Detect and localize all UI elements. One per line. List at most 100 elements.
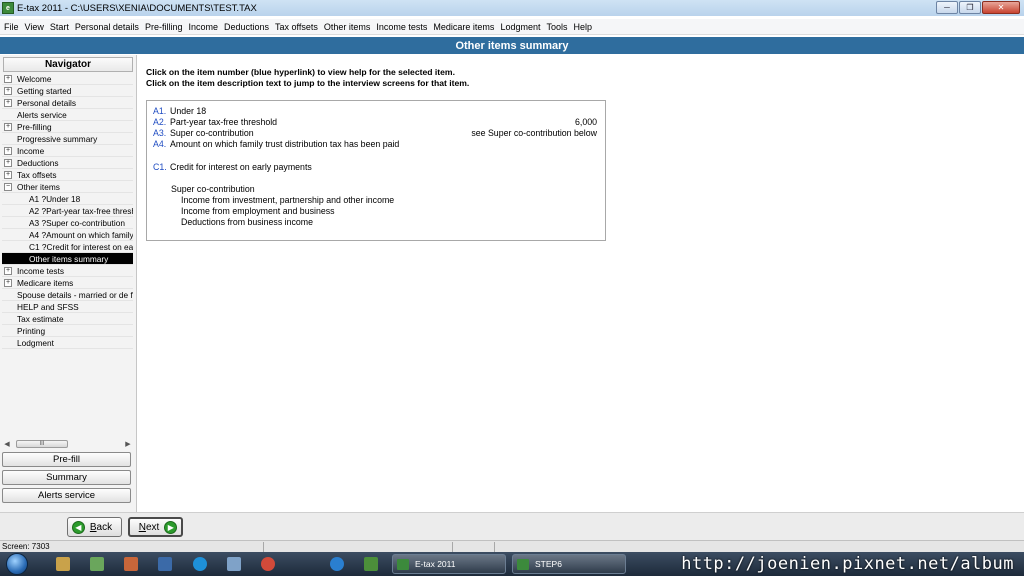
navigator-item[interactable]: A3 ?Super co-contribution bbox=[2, 217, 133, 229]
navigator-item-label: Tax offsets bbox=[17, 169, 57, 180]
navigator-item-label: A2 ?Part-year tax-free threshold bbox=[29, 205, 133, 216]
navigator-item[interactable]: + Income tests bbox=[2, 265, 133, 277]
next-label: Next bbox=[138, 521, 160, 533]
navigator-item[interactable]: − Other items bbox=[2, 181, 133, 193]
navigator-item-label: Progressive summary bbox=[17, 133, 98, 144]
expand-icon[interactable]: + bbox=[4, 98, 12, 107]
video-icon[interactable] bbox=[124, 557, 138, 571]
item-description-link[interactable]: Super co-contribution bbox=[170, 128, 254, 138]
alerts-service-button[interactable]: Alerts service bbox=[2, 488, 131, 503]
expand-icon[interactable]: + bbox=[4, 266, 12, 275]
navigator-item[interactable]: + Getting started bbox=[2, 85, 133, 97]
taskbar-task-step6[interactable]: STEP6 bbox=[512, 554, 626, 574]
menu-item[interactable]: Start bbox=[50, 22, 69, 32]
navigator-item-label: Spouse details - married or de facto bbox=[17, 289, 133, 300]
navigator-item[interactable]: Printing bbox=[2, 325, 133, 337]
status-divider bbox=[494, 542, 495, 552]
window-controls: ─ ❐ ✕ bbox=[936, 1, 1020, 14]
photo-icon[interactable] bbox=[90, 557, 104, 571]
expand-icon[interactable]: + bbox=[4, 278, 12, 287]
item-number-link[interactable]: C1. bbox=[153, 162, 170, 172]
scroll-right-icon[interactable]: ▶ bbox=[123, 440, 133, 448]
back-button[interactable]: ◀ Back bbox=[67, 517, 122, 537]
navigator-item[interactable]: Other items summary bbox=[2, 253, 133, 265]
watermark-text: http://joenien.pixnet.net/album bbox=[681, 554, 1014, 574]
item-description-link[interactable]: Credit for interest on early payments bbox=[170, 162, 312, 172]
expand-icon[interactable]: + bbox=[4, 146, 12, 155]
navigator-item[interactable]: + Personal details bbox=[2, 97, 133, 109]
browser-icon[interactable] bbox=[261, 557, 275, 571]
item-number-link[interactable]: A1. bbox=[153, 106, 170, 116]
navigator-item[interactable]: HELP and SFSS bbox=[2, 301, 133, 313]
navigation-bar: ◀ Back Next ▶ bbox=[0, 512, 1024, 540]
prefill-button[interactable]: Pre-fill bbox=[2, 452, 131, 467]
expand-icon[interactable]: + bbox=[4, 74, 12, 83]
internet-explorer-icon[interactable] bbox=[330, 557, 344, 571]
navigator-item-label: Tax estimate bbox=[17, 313, 64, 324]
menu-item[interactable]: View bbox=[25, 22, 44, 32]
menu-item[interactable]: Other items bbox=[324, 22, 371, 32]
navigator-item[interactable]: + Tax offsets bbox=[2, 169, 133, 181]
navigator-item[interactable]: C1 ?Credit for interest on early payment… bbox=[2, 241, 133, 253]
navigator-item-label: Other items summary bbox=[29, 253, 109, 264]
navigator-item-label: Welcome bbox=[17, 73, 52, 84]
navigator-item-label: Getting started bbox=[17, 85, 72, 96]
menu-item[interactable]: Deductions bbox=[224, 22, 269, 32]
navigator-item[interactable]: + Deductions bbox=[2, 157, 133, 169]
navigator-item[interactable]: A1 ?Under 18 bbox=[2, 193, 133, 205]
close-icon[interactable]: ✕ bbox=[982, 1, 1020, 14]
navigator-item[interactable]: A4 ?Amount on which family trust distrib… bbox=[2, 229, 133, 241]
status-text: Screen: 7303 bbox=[2, 542, 50, 551]
app-icon[interactable] bbox=[364, 557, 378, 571]
navigator-item[interactable]: + Welcome bbox=[2, 73, 133, 85]
menu-item[interactable]: Income bbox=[188, 22, 218, 32]
item-number-link[interactable]: A2. bbox=[153, 117, 170, 127]
item-number-link[interactable]: A3. bbox=[153, 128, 170, 138]
menu-item[interactable]: Tax offsets bbox=[275, 22, 318, 32]
taskbar-task-etax[interactable]: E-tax 2011 bbox=[392, 554, 506, 574]
item-description-link[interactable]: Under 18 bbox=[170, 106, 206, 116]
menu-item[interactable]: Tools bbox=[546, 22, 567, 32]
menu-item[interactable]: Pre-filling bbox=[145, 22, 183, 32]
item-description-link[interactable]: Part-year tax-free threshold bbox=[170, 117, 277, 127]
media-icon[interactable] bbox=[56, 557, 70, 571]
expand-icon[interactable]: + bbox=[4, 158, 12, 167]
navigator-item[interactable]: + Pre-filling bbox=[2, 121, 133, 133]
scroll-left-icon[interactable]: ◀ bbox=[2, 440, 12, 448]
menu-item[interactable]: Lodgment bbox=[500, 22, 540, 32]
next-button[interactable]: Next ▶ bbox=[128, 517, 183, 537]
collapse-icon[interactable]: − bbox=[4, 182, 12, 191]
menu-item[interactable]: Medicare items bbox=[433, 22, 494, 32]
navigator-item[interactable]: A2 ?Part-year tax-free threshold bbox=[2, 205, 133, 217]
menu-item[interactable]: Help bbox=[573, 22, 592, 32]
item-description-link[interactable]: Amount on which family trust distributio… bbox=[170, 139, 399, 149]
navigator-item[interactable]: + Income bbox=[2, 145, 133, 157]
navigator-item-label: A1 ?Under 18 bbox=[29, 193, 81, 204]
navigator-item[interactable]: Progressive summary bbox=[2, 133, 133, 145]
network-icon[interactable] bbox=[227, 557, 241, 571]
minimize-icon[interactable]: ─ bbox=[936, 1, 958, 14]
arrow-right-icon: ▶ bbox=[164, 520, 178, 534]
expand-icon[interactable]: + bbox=[4, 122, 12, 131]
summary-button[interactable]: Summary bbox=[2, 470, 131, 485]
item-number-link[interactable]: A4. bbox=[153, 139, 170, 149]
navigator-item[interactable]: + Medicare items bbox=[2, 277, 133, 289]
navigator-item[interactable]: Tax estimate bbox=[2, 313, 133, 325]
expand-icon[interactable]: + bbox=[4, 86, 12, 95]
skype-icon[interactable] bbox=[193, 557, 207, 571]
scroll-thumb[interactable]: III bbox=[16, 440, 68, 448]
menu-item[interactable]: Income tests bbox=[376, 22, 427, 32]
restore-icon[interactable]: ❐ bbox=[959, 1, 981, 14]
super-heading: Super co-contribution bbox=[171, 184, 255, 194]
navigator-scrollbar[interactable]: ◀ III ▶ bbox=[2, 439, 133, 449]
navigator-item[interactable]: Alerts service bbox=[2, 109, 133, 121]
menu-item[interactable]: Personal details bbox=[75, 22, 139, 32]
menu-item[interactable]: File bbox=[4, 22, 19, 32]
editor-icon[interactable] bbox=[158, 557, 172, 571]
item-row-a4: A4. Amount on which family trust distribu… bbox=[153, 139, 399, 149]
item-row-a1: A1. Under 18 bbox=[153, 106, 206, 116]
navigator-item[interactable]: Lodgment bbox=[2, 337, 133, 349]
navigator-item[interactable]: Spouse details - married or de facto bbox=[2, 289, 133, 301]
start-button-icon[interactable] bbox=[6, 553, 28, 575]
expand-icon[interactable]: + bbox=[4, 170, 12, 179]
